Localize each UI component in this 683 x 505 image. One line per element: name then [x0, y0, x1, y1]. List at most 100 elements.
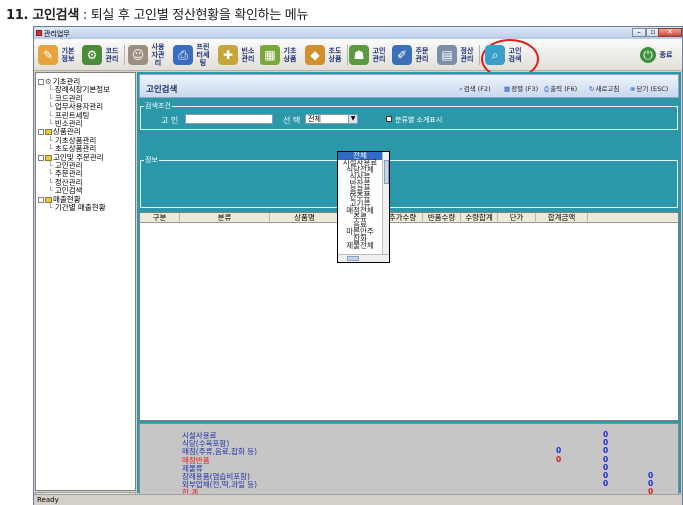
- tree-item-16[interactable]: └ 기간별 매출현황: [48, 202, 106, 213]
- header-button-label: 새로고침: [595, 85, 620, 93]
- toolbar-icon-1: ✎: [38, 45, 58, 65]
- toolbar-button-8[interactable]: ☗ 고인관리: [349, 43, 387, 67]
- header-button-label: 닫기 (ESC): [636, 85, 669, 93]
- toolbar-icon-2: ⚙: [82, 45, 102, 65]
- search-condition-group: 검색조건 고 인 선 택 전체 ▼ 분류별 소계표시: [140, 101, 678, 130]
- header-button-icon: ⊗: [630, 85, 636, 93]
- header-button-5[interactable]: ⊗닫기 (ESC): [630, 83, 668, 93]
- toolbar-label-8: 고인관리: [372, 47, 386, 63]
- content-panel: 고인검색 ⌕검색 (F2) ▦정렬 (F3) ⎙출력 (F6) ↻새로고침 ⊗닫기 (E…: [137, 72, 681, 505]
- window-title: 관리업무: [44, 30, 70, 38]
- toolbar-label-7: 초도상품: [328, 47, 342, 63]
- column-header-2[interactable]: 분류: [180, 213, 270, 223]
- dropdown-vertical-scrollbar[interactable]: [382, 152, 389, 254]
- dropdown-scroll-thumb[interactable]: [384, 160, 389, 184]
- status-bar: Ready: [34, 494, 682, 505]
- info-group-title: 정보: [144, 155, 159, 165]
- collapse-icon[interactable]: [38, 79, 44, 85]
- toolbar-label-5: 빈소관리: [241, 47, 255, 63]
- status-text: Ready: [37, 496, 59, 504]
- column-header-7[interactable]: 수량합계: [461, 213, 498, 223]
- header-button-icon: ▦: [504, 85, 511, 93]
- info-group: 정보: [140, 155, 678, 208]
- select-label: 선 택: [283, 116, 301, 125]
- toolbar-label-9: 주문관리: [415, 47, 429, 63]
- toolbar-icon-3: ☺: [128, 45, 148, 65]
- header-button-icon: ↻: [589, 85, 595, 93]
- exit-label: 종료: [659, 51, 673, 59]
- toolbar-button-2[interactable]: ⚙ 코드관리: [82, 43, 120, 67]
- header-button-label: 검색 (F2): [463, 85, 491, 93]
- exit-button[interactable]: ⏻ 종료: [640, 43, 674, 67]
- toolbar-button-3[interactable]: ☺ 사용자관리: [128, 43, 166, 67]
- header-button-4[interactable]: ↻새로고침: [589, 83, 619, 93]
- summary-value: 0: [603, 479, 609, 489]
- page-header: 고인검색 ⌕검색 (F2) ▦정렬 (F3) ⎙출력 (F6) ↻새로고침 ⊗닫기 (E…: [139, 74, 679, 98]
- toolbar-button-9[interactable]: ✐ 주문관리: [392, 43, 430, 67]
- toolbar-icon-11: ⌕: [485, 45, 505, 65]
- heading-number: 11. 고인검색: [6, 8, 79, 23]
- result-grid[interactable]: 구분분류상품명초도수량추가수량반품수량수량합계단가합계금액: [139, 212, 679, 421]
- subtotal-checkbox[interactable]: [386, 116, 392, 122]
- dropdown-hscroll-thumb[interactable]: [347, 256, 359, 261]
- column-header-9[interactable]: 합계금액: [536, 213, 588, 223]
- toolbar-button-1[interactable]: ✎ 기본정보: [38, 43, 76, 67]
- name-input[interactable]: [185, 114, 273, 124]
- toolbar-icon-6: ▦: [260, 45, 280, 65]
- title-bar: 관리업무 – ▫ ✕: [34, 27, 682, 39]
- toolbar-label-2: 코드관리: [105, 47, 119, 63]
- name-label: 고 인: [161, 116, 179, 125]
- toolbar-label-10: 정산관리: [460, 47, 474, 63]
- column-header-8[interactable]: 단가: [498, 213, 536, 223]
- dropdown-option-14[interactable]: 제물전체: [338, 241, 382, 250]
- category-dropdown-list[interactable]: 전체 시설사용료 식당전체 식사류 반찬류 음료류 안주류 고기류 매점전체 주류 음료 마른안주 잡화…: [337, 151, 390, 263]
- toolbar-button-5[interactable]: ✚ 빈소관리: [218, 43, 256, 67]
- grid-header: 구분분류상품명초도수량추가수량반품수량수량합계단가합계금액: [140, 213, 678, 223]
- column-header-1[interactable]: 구분: [140, 213, 180, 223]
- toolbar-icon-5: ✚: [218, 45, 238, 65]
- header-button-icon: ⌕: [459, 85, 463, 93]
- collapse-icon[interactable]: [38, 196, 44, 203]
- toolbar-icon-9: ✐: [392, 45, 412, 65]
- toolbar-icon-10: ▤: [437, 45, 457, 65]
- minimize-button[interactable]: –: [632, 28, 646, 37]
- header-button-icon: ⎙: [544, 85, 550, 93]
- column-header-3[interactable]: 상품명: [270, 213, 340, 223]
- document-heading: 11. 고인검색 : 퇴실 후 고인별 정산현황을 확인하는 메뉴: [6, 4, 308, 23]
- collapse-icon[interactable]: [38, 129, 44, 136]
- column-header-6[interactable]: 반품수량: [423, 213, 461, 223]
- power-icon: ⏻: [640, 47, 656, 63]
- summary-value: 0: [556, 454, 562, 464]
- summary-panel: 시설사용료 0 식당(수육포함) 0 매점(주류,음료,잡화 등) 0 0 매점반품 0 0 제물류…: [139, 423, 679, 505]
- toolbar-button-4[interactable]: ⎙ 프린터세팅: [173, 43, 211, 67]
- subtotal-checkbox-label: 분류별 소계표시: [395, 116, 443, 124]
- dropdown-horizontal-scrollbar[interactable]: [338, 254, 389, 262]
- toolbar-button-10[interactable]: ▤ 정산관리: [437, 43, 475, 67]
- toolbar-icon-4: ⎙: [173, 45, 193, 65]
- header-button-label: 정렬 (F3): [511, 85, 539, 93]
- collapse-icon[interactable]: [38, 154, 44, 161]
- toolbar-icon-7: ◆: [305, 45, 325, 65]
- menu-tree[interactable]: ⚙기초관리 └ 장례식장기본정보 └ 코드관리 └ 업무사용자관리 └ 프린트세팅 └ 빈…: [35, 72, 136, 491]
- app-icon: [36, 30, 42, 36]
- chevron-down-icon[interactable]: ▼: [348, 115, 357, 123]
- toolbar-separator: [347, 45, 348, 65]
- heading-description: 퇴실 후 고인별 정산현황을 확인하는 메뉴: [90, 8, 309, 23]
- toolbar-label-1: 기본정보: [61, 47, 75, 63]
- toolbar-label-11: 고인검색: [508, 47, 522, 63]
- toolbar-button-6[interactable]: ▦ 기초상품: [260, 43, 298, 67]
- tree-item-label: 기간별 매출현황: [54, 203, 106, 212]
- header-button-1[interactable]: ⌕검색 (F2): [459, 83, 491, 94]
- header-button-2[interactable]: ▦정렬 (F3): [504, 83, 538, 93]
- search-group-title: 검색조건: [144, 101, 172, 111]
- toolbar-label-3: 사용자관리: [151, 43, 165, 67]
- toolbar-button-11[interactable]: ⌕ 고인검색: [485, 43, 523, 67]
- page-title: 고인검색: [146, 85, 178, 95]
- heading-separator: :: [79, 8, 91, 23]
- header-button-label: 출력 (F6): [550, 85, 578, 93]
- header-button-3[interactable]: ⎙출력 (F6): [544, 83, 577, 94]
- toolbar-button-7[interactable]: ◆ 초도상품: [305, 43, 343, 67]
- toolbar-label-4: 프린터세팅: [196, 43, 210, 67]
- category-select[interactable]: 전체 ▼: [305, 114, 358, 124]
- close-button[interactable]: ✕: [658, 28, 682, 37]
